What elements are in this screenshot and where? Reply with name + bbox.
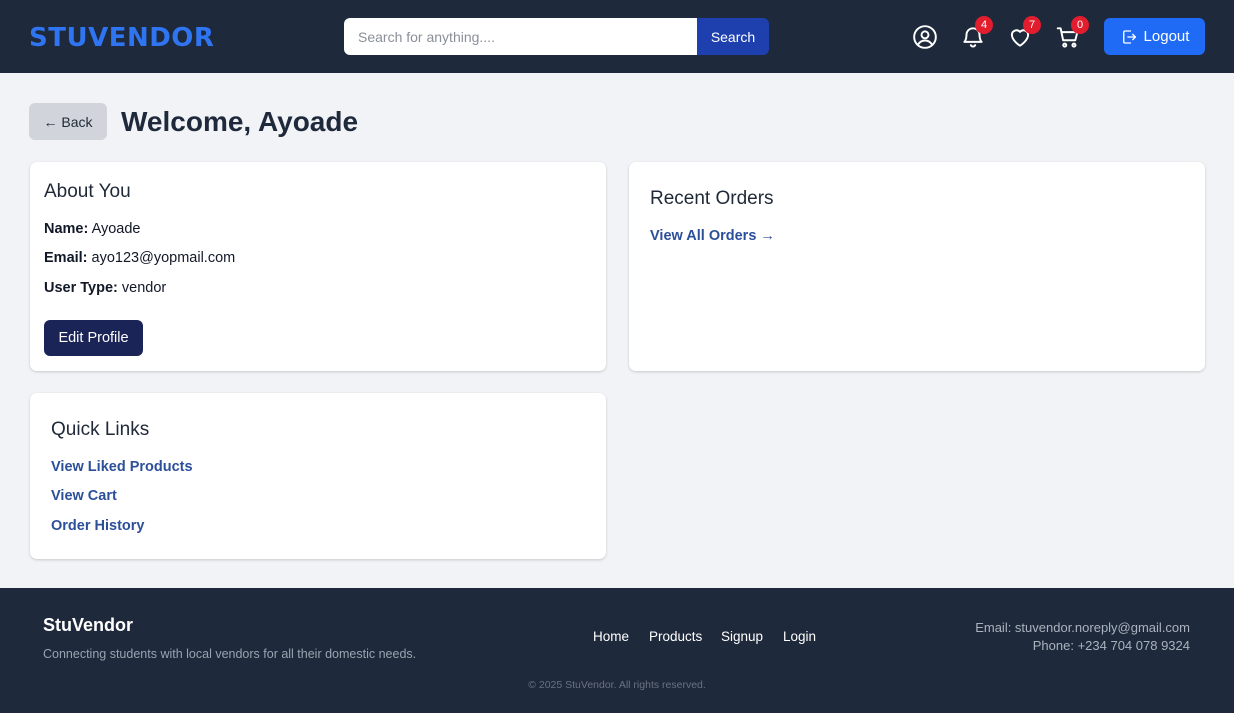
quick-links-heading: Quick Links [51,419,150,440]
notifications-button[interactable]: 4 [960,16,993,50]
footer-tagline: Connecting students with local vendors f… [43,647,417,661]
footer-phone: Phone: +234 704 078 9324 [1032,638,1190,653]
brand-logo[interactable]: STUVENDOR [29,22,214,54]
footer-copyright: © 2025 StuVendor. All rights reserved. [528,679,706,691]
view-liked-products-link[interactable]: View Liked Products [51,458,193,476]
logout-icon [1122,29,1136,44]
page-title: Welcome, Ayoade [121,106,359,137]
notifications-count-badge: 4 [975,16,993,34]
footer: StuVendor Connecting students with local… [0,588,1234,713]
logout-button[interactable]: Logout [1104,18,1205,55]
wishlist-button[interactable]: 7 [1007,16,1041,50]
recent-orders-heading: Recent Orders [650,188,774,209]
footer-link-signup[interactable]: Signup [721,629,763,645]
name-label: Name: [44,221,89,237]
search-button[interactable]: Search [697,18,769,55]
name-value: Ayoade [91,221,141,237]
profile-icon-button[interactable] [912,24,938,50]
user-type-row: User Type: vendor [44,279,166,297]
cart-count-badge: 0 [1071,16,1089,34]
user-type-value: vendor [121,280,167,296]
quick-links-card: Quick Links View Liked Products View Car… [30,393,606,559]
back-button[interactable]: ← Back [29,103,107,140]
view-cart-link[interactable]: View Cart [51,487,117,505]
wishlist-count-badge: 7 [1023,16,1041,34]
email-label: Email: [44,250,88,266]
footer-brand: StuVendor [43,615,134,635]
footer-link-products[interactable]: Products [649,629,702,645]
search-input[interactable] [344,18,697,55]
view-all-orders-link[interactable]: View All Orders → [650,227,775,245]
order-history-link[interactable]: Order History [51,517,144,535]
logout-label: Logout [1143,28,1190,45]
about-you-card: About You Name: Ayoade Email: ayo123@yop… [30,162,606,371]
recent-orders-card: Recent Orders View All Orders → [629,162,1205,371]
cart-button[interactable]: 0 [1055,16,1089,50]
email-value: ayo123@yopmail.com [91,250,236,266]
footer-email: Email: stuvendor.noreply@gmail.com [975,620,1190,635]
edit-profile-button[interactable]: Edit Profile [44,320,143,356]
email-row: Email: ayo123@yopmail.com [44,249,235,267]
user-type-label: User Type: [44,280,118,296]
search-bar: Search [344,18,769,55]
footer-link-home[interactable]: Home [593,629,629,645]
about-you-heading: About You [44,181,131,202]
name-row: Name: Ayoade [44,220,140,238]
footer-link-login[interactable]: Login [783,629,816,645]
user-circle-icon [913,25,937,49]
top-navbar: STUVENDOR Search 4 7 0 [0,0,1234,73]
